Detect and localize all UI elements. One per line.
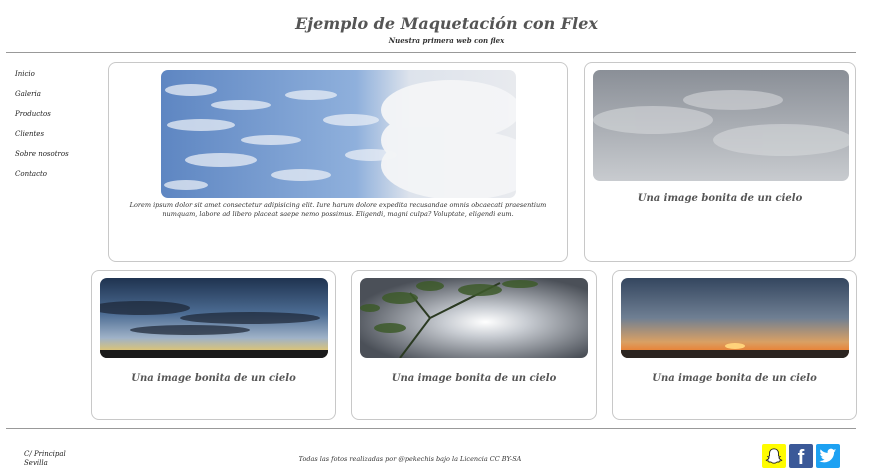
gallery-card: Una image bonita de un cielo [351,270,597,420]
photo-credit: Todas las fotos realizadas por @pekechis… [298,455,522,463]
featured-sky-photo [161,70,516,198]
site-title: Ejemplo de Maquetación con Flex [295,14,598,33]
card-caption: Una image bonita de un cielo [391,373,557,384]
nav-link-galeria[interactable]: Galeria [15,88,69,108]
footer-divider [6,428,856,429]
site-header: Ejemplo de Maquetación con Flex Nuestra … [0,0,893,52]
nav-link-contacto[interactable]: Contacto [15,168,69,188]
header-divider [6,52,856,53]
featured-card: Lorem ipsum dolor sit amet consectetur a… [108,62,568,262]
snapchat-icon[interactable] [762,444,786,468]
address-city: Sevilla [24,459,48,467]
card-caption: Una image bonita de un cielo [652,373,817,384]
facebook-icon[interactable]: f [789,444,813,469]
gallery-card: Una image bonita de un cielo [584,62,856,262]
main-nav: Inicio Galeria Productos Clientes Sobre … [15,68,69,188]
nav-link-clientes[interactable]: Clientes [15,128,69,148]
gallery-card: Una image bonita de un cielo [91,270,336,420]
nav-link-productos[interactable]: Productos [15,108,69,128]
card-caption: Una image bonita de un cielo [637,193,803,204]
tree-sun-photo [360,278,588,358]
twitter-icon[interactable] [816,444,840,468]
address-street: C/ Principal [24,450,66,458]
nav-link-inicio[interactable]: Inicio [15,68,69,88]
overcast-sky-photo [593,70,849,181]
card-caption: Una image bonita de un cielo [131,373,296,384]
site-subtitle: Nuestra primera web con flex [388,36,505,45]
footer-address: C/ Principal Sevilla [24,450,66,468]
nav-link-sobre-nosotros[interactable]: Sobre nosotros [15,148,69,168]
featured-description: Lorem ipsum dolor sit amet consectetur a… [129,201,547,218]
horizon-sunset-photo [621,278,849,358]
gallery-card: Una image bonita de un cielo [612,270,857,420]
sunset-clouds-photo [100,278,328,358]
